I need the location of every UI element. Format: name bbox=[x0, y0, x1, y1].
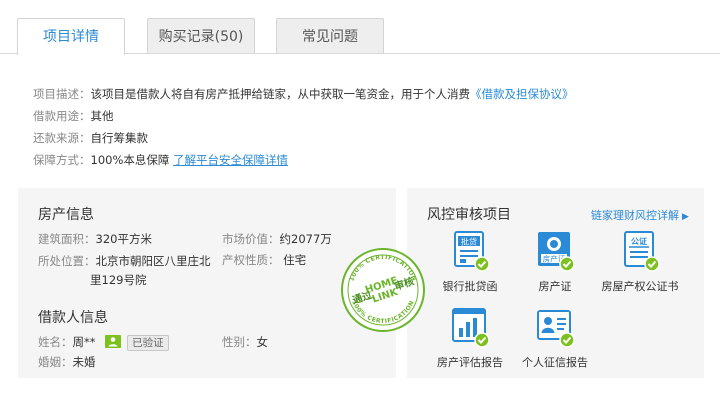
name-label: 姓名： bbox=[38, 335, 73, 349]
repay-row: 还款来源：自行筹集款 bbox=[33, 127, 574, 149]
risk-item-credit-report: 个人征信报告 bbox=[510, 306, 600, 370]
risk-item-bank-approval: 批贷 银行批贷函 bbox=[425, 230, 515, 294]
location-label: 所处位置： bbox=[38, 254, 96, 268]
notarization-icon-text: 公证 bbox=[631, 236, 647, 246]
purpose-label: 项目描述： bbox=[33, 87, 91, 101]
appraisal-report-label: 房产评估报告 bbox=[437, 356, 503, 369]
property-nature-field: 产权性质： 住宅 bbox=[222, 252, 306, 268]
usage-row: 借款用途：其他 bbox=[33, 105, 574, 127]
gender-field: 性别：女 bbox=[222, 334, 268, 350]
location-field: 所处位置：北京市朝阳区八里庄北 里129号院 bbox=[38, 252, 211, 290]
tab-project-details[interactable]: 项目详情 bbox=[17, 18, 125, 55]
area-label: 建筑面积： bbox=[38, 232, 96, 246]
repay-label: 还款来源： bbox=[33, 131, 91, 145]
gender-value: 女 bbox=[256, 335, 269, 349]
project-description: 项目描述：该项目是借款人将自有房产抵押给链家，从中获取一笔资金，用于个人消费《借… bbox=[33, 83, 574, 171]
verified-badge: 已验证 bbox=[127, 335, 169, 351]
notarization-icon: 公证 bbox=[624, 231, 660, 272]
nature-label: 产权性质： bbox=[222, 253, 280, 267]
marriage-field: 婚姻：未婚 bbox=[38, 354, 96, 370]
location-line2: 里129号院 bbox=[90, 273, 147, 287]
marriage-label: 婚姻： bbox=[38, 355, 73, 369]
approval-stamp: 100% CERTIFICATION 100% CERTIFICATION 通过… bbox=[341, 248, 425, 332]
location-line1: 北京市朝阳区八里庄北 bbox=[95, 254, 211, 268]
risk-item-notarization: 公证 房屋产权公证书 bbox=[595, 230, 685, 294]
risk-item-property-certificate: 房产证 房产证 bbox=[510, 230, 600, 294]
risk-details-link-text[interactable]: 链家理财风控详解 bbox=[591, 209, 679, 222]
risk-details-link[interactable]: 链家理财风控详解 ▶ bbox=[591, 207, 689, 223]
area-field: 建筑面积：320平方米 bbox=[38, 231, 152, 247]
loan-agreement-link[interactable]: 《借款及担保协议》 bbox=[470, 87, 574, 101]
property-certificate-icon: 房产证 bbox=[538, 232, 575, 272]
market-value-field: 市场价值：约2077万 bbox=[222, 231, 332, 247]
guarantee-row: 保障方式：100%本息保障 了解平台安全保障详情 bbox=[33, 149, 574, 171]
tab-faq[interactable]: 常见问题 bbox=[276, 18, 384, 54]
borrower-info-title: 借款人信息 bbox=[38, 310, 108, 326]
nature-value: 住宅 bbox=[283, 253, 307, 267]
tab-bar: 项目详情 购买记录(50) 常见问题 bbox=[0, 0, 720, 55]
marriage-value: 未婚 bbox=[72, 355, 96, 369]
credit-report-label: 个人征信报告 bbox=[522, 356, 588, 369]
property-info-title: 房产信息 bbox=[38, 207, 94, 223]
purpose-text: 该项目是借款人将自有房产抵押给链家，从中获取一笔资金，用于个人消费 bbox=[90, 87, 471, 101]
usage-value: 其他 bbox=[90, 109, 114, 123]
guarantee-value: 100%本息保障 bbox=[90, 153, 170, 167]
bank-approval-label: 银行批贷函 bbox=[442, 280, 498, 293]
verified-person-icon bbox=[105, 335, 122, 348]
caret-right-icon: ▶ bbox=[682, 212, 689, 222]
usage-label: 借款用途： bbox=[33, 109, 91, 123]
risk-review-title: 风控审核项目 bbox=[427, 207, 511, 223]
gender-label: 性别： bbox=[222, 335, 257, 349]
guarantee-label: 保障方式： bbox=[33, 153, 91, 167]
tab-purchase-records[interactable]: 购买记录(50) bbox=[147, 18, 255, 54]
name-value: 周** bbox=[72, 335, 96, 349]
name-field: 姓名：周** 已验证 bbox=[38, 334, 169, 351]
notarization-label: 房屋产权公证书 bbox=[601, 280, 679, 293]
area-value: 320平方米 bbox=[95, 232, 152, 246]
purpose-row: 项目描述：该项目是借款人将自有房产抵押给链家，从中获取一笔资金，用于个人消费《借… bbox=[33, 83, 574, 105]
repay-value: 自行筹集款 bbox=[90, 131, 149, 145]
security-details-link[interactable]: 了解平台安全保障详情 bbox=[173, 153, 288, 167]
market-value-value: 约2077万 bbox=[279, 232, 332, 246]
appraisal-report-icon bbox=[452, 308, 490, 348]
property-certificate-label: 房产证 bbox=[538, 280, 572, 293]
market-value-label: 市场价值： bbox=[222, 232, 280, 246]
bank-approval-icon: 批贷 bbox=[454, 231, 490, 272]
risk-item-appraisal-report: 房产评估报告 bbox=[425, 306, 515, 370]
bank-approval-icon-text: 批贷 bbox=[461, 237, 477, 247]
credit-report-icon bbox=[537, 310, 575, 348]
